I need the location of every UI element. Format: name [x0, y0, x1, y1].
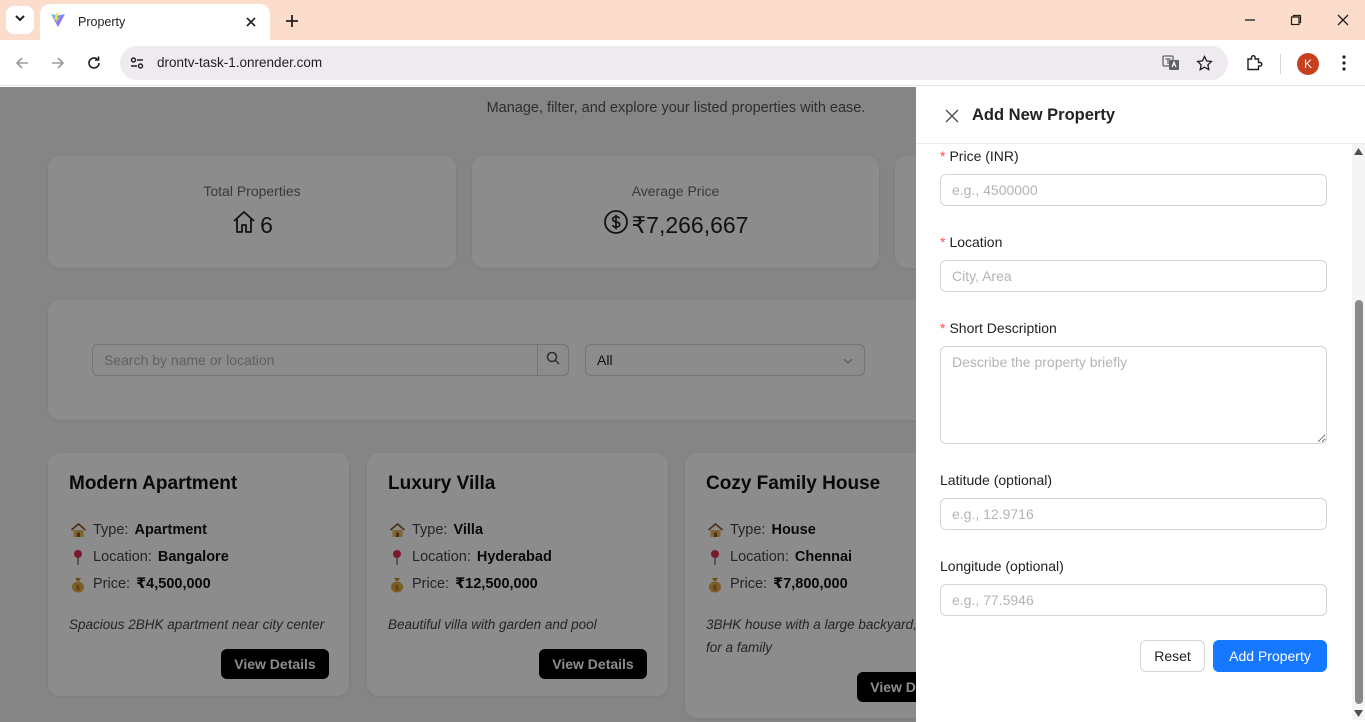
location-field-label: * Location: [940, 234, 1002, 250]
browser-menu-icon[interactable]: [1333, 52, 1355, 74]
profile-avatar[interactable]: K: [1297, 53, 1319, 75]
minimize-icon[interactable]: [1240, 10, 1260, 30]
description-field-label: * Short Description: [940, 320, 1057, 336]
extensions-icon[interactable]: [1243, 52, 1265, 74]
chevron-down-icon: [14, 11, 26, 29]
drawer-title: Add New Property: [972, 106, 1116, 124]
close-tab-icon[interactable]: [242, 13, 260, 31]
latitude-field-label: Latitude (optional): [940, 472, 1053, 488]
required-mark: *: [940, 148, 946, 164]
description-label-text: Short Description: [949, 320, 1057, 336]
tab-title: Property: [78, 15, 126, 29]
modal-backdrop[interactable]: [0, 87, 916, 722]
translate-icon[interactable]: [1162, 54, 1180, 72]
add-property-button[interactable]: Add Property: [1213, 640, 1327, 672]
close-window-icon[interactable]: [1333, 10, 1353, 30]
address-bar[interactable]: drontv-task-1.onrender.com: [120, 46, 1228, 80]
price-label-text: Price (INR): [949, 148, 1019, 164]
required-mark: *: [940, 320, 946, 336]
scroll-thumb[interactable]: [1355, 300, 1363, 704]
add-property-drawer: Add New Property *Price (INR) *Location …: [916, 87, 1365, 722]
price-field-label: * Price (INR): [940, 148, 1019, 164]
latitude-input[interactable]: [940, 498, 1327, 530]
site-settings-icon[interactable]: [128, 54, 146, 72]
drawer-scrollbar[interactable]: [1352, 144, 1365, 720]
reload-icon[interactable]: [83, 52, 105, 74]
restore-icon[interactable]: [1286, 10, 1306, 30]
forward-icon[interactable]: [47, 52, 69, 74]
tab-strip: Property: [0, 0, 1365, 40]
reset-button[interactable]: Reset: [1140, 640, 1205, 672]
required-mark: *: [940, 234, 946, 250]
longitude-field-label: Longitude (optional): [940, 558, 1064, 574]
scroll-up-icon[interactable]: [1354, 147, 1363, 155]
location-label-text: Location: [949, 234, 1003, 250]
back-icon[interactable]: [11, 52, 33, 74]
browser-tab[interactable]: Property: [40, 4, 270, 40]
longitude-input[interactable]: [940, 584, 1327, 616]
price-input[interactable]: [940, 174, 1327, 206]
tab-search-button[interactable]: [6, 6, 34, 34]
bookmark-star-icon[interactable]: [1195, 54, 1213, 72]
scroll-down-icon[interactable]: [1354, 709, 1363, 717]
drawer-header: Add New Property: [916, 87, 1365, 144]
location-input[interactable]: [940, 260, 1327, 292]
browser-toolbar: drontv-task-1.onrender.com: [0, 40, 1365, 86]
toolbar-separator: [1280, 54, 1281, 74]
description-textarea[interactable]: [940, 346, 1327, 444]
new-tab-icon[interactable]: [281, 10, 303, 32]
url-text: drontv-task-1.onrender.com: [157, 55, 323, 70]
close-icon[interactable]: [943, 107, 960, 124]
vite-logo-icon: [50, 12, 66, 33]
